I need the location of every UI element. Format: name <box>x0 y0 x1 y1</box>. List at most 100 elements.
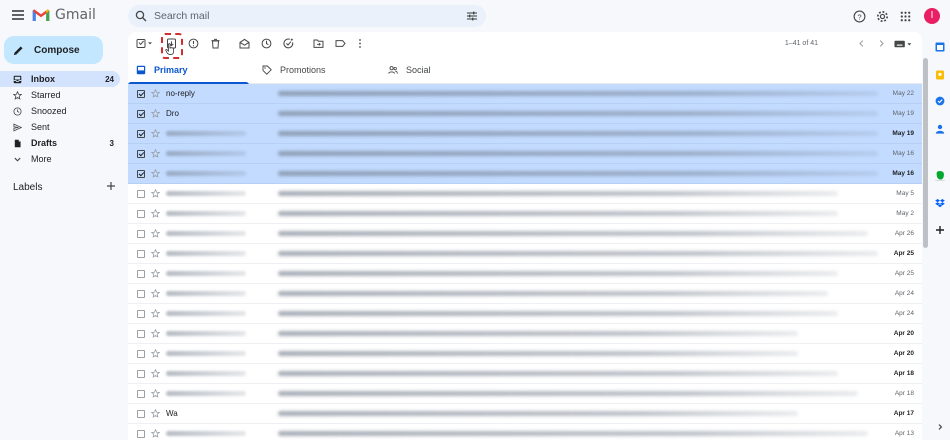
row-checkbox[interactable] <box>137 309 145 318</box>
compose-button[interactable]: Compose <box>4 36 103 64</box>
email-row[interactable]: May 5 <box>128 184 922 204</box>
star-icon[interactable] <box>151 409 160 418</box>
row-checkbox[interactable] <box>137 209 145 218</box>
snooze-button[interactable] <box>261 38 272 49</box>
add-label-icon[interactable] <box>106 181 116 191</box>
row-checkbox[interactable] <box>137 269 145 278</box>
star-icon[interactable] <box>151 369 160 378</box>
email-row[interactable]: Apr 18 <box>128 364 922 384</box>
row-checkbox[interactable] <box>137 329 145 338</box>
main-menu-button[interactable] <box>10 8 26 24</box>
tab-social[interactable]: Social <box>380 56 504 84</box>
star-icon[interactable] <box>151 129 160 138</box>
star-icon[interactable] <box>151 269 160 278</box>
row-checkbox[interactable] <box>137 189 145 198</box>
evernote-icon[interactable] <box>935 170 945 180</box>
row-checkbox[interactable] <box>137 289 145 298</box>
email-row[interactable]: Apr 20 <box>128 344 922 364</box>
row-checkbox[interactable] <box>137 389 145 398</box>
sidebar-item-starred[interactable]: Starred <box>0 87 120 103</box>
star-icon[interactable] <box>151 189 160 198</box>
sidebar-item-sent[interactable]: Sent <box>0 119 120 135</box>
keep-icon[interactable] <box>935 70 945 80</box>
input-tools-toggle[interactable] <box>894 40 912 48</box>
email-row[interactable]: Apr 24 <box>128 304 922 324</box>
sidebar-item-drafts[interactable]: Drafts 3 <box>0 135 120 151</box>
tab-promotions[interactable]: Promotions <box>254 56 378 84</box>
star-icon[interactable] <box>151 309 160 318</box>
star-icon[interactable] <box>151 389 160 398</box>
row-checkbox[interactable] <box>137 109 145 118</box>
star-icon[interactable] <box>151 109 160 118</box>
email-row[interactable]: Apr 25 <box>128 244 922 264</box>
dropbox-icon[interactable] <box>935 198 945 208</box>
star-icon[interactable] <box>151 329 160 338</box>
star-icon[interactable] <box>151 289 160 298</box>
row-checkbox[interactable] <box>137 229 145 238</box>
email-row[interactable]: May 16 <box>128 164 922 184</box>
calendar-icon[interactable] <box>935 42 945 52</box>
delete-button[interactable] <box>210 38 221 49</box>
inbox-icon <box>13 75 22 83</box>
row-checkbox[interactable] <box>137 169 145 178</box>
report-spam-button[interactable] <box>188 38 199 49</box>
email-row[interactable]: Apr 25 <box>128 264 922 284</box>
sidebar-item-more[interactable]: More <box>0 151 120 167</box>
row-checkbox[interactable] <box>137 249 145 258</box>
star-icon[interactable] <box>151 249 160 258</box>
apps-grid-icon[interactable] <box>899 10 912 23</box>
sidebar-item-inbox[interactable]: Inbox 24 <box>0 71 120 87</box>
avatar[interactable]: I <box>924 8 940 24</box>
star-icon[interactable] <box>151 209 160 218</box>
star-icon[interactable] <box>151 89 160 98</box>
email-row[interactable]: Apr 13 <box>128 424 922 440</box>
chevron-left-icon[interactable] <box>857 39 866 48</box>
row-checkbox[interactable] <box>137 409 145 418</box>
sidebar-item-snoozed[interactable]: Snoozed <box>0 103 120 119</box>
email-row[interactable]: Apr 18 <box>128 384 922 404</box>
star-icon[interactable] <box>151 349 160 358</box>
star-icon[interactable] <box>151 149 160 158</box>
email-row[interactable]: May 19 <box>128 124 922 144</box>
move-to-button[interactable] <box>313 38 324 49</box>
add-addon-icon[interactable] <box>935 225 945 235</box>
email-row[interactable]: Apr 26 <box>128 224 922 244</box>
send-icon <box>13 122 22 132</box>
chevron-right-icon[interactable] <box>877 39 886 48</box>
star-icon[interactable] <box>151 229 160 238</box>
email-row[interactable]: Apr 24 <box>128 284 922 304</box>
row-checkbox[interactable] <box>137 349 145 358</box>
contacts-icon[interactable] <box>935 124 945 134</box>
email-row[interactable]: Wa Apr 17 <box>128 404 922 424</box>
trash-icon <box>211 38 220 49</box>
gmail-logo[interactable]: Gmail <box>32 7 96 23</box>
row-checkbox[interactable] <box>137 89 145 98</box>
help-icon[interactable]: ? <box>853 10 866 23</box>
star-icon[interactable] <box>151 169 160 178</box>
pagination-range: 1–41 of 41 <box>784 40 818 47</box>
search-icon[interactable] <box>135 10 147 22</box>
hide-panel-chevron-icon[interactable] <box>935 422 945 432</box>
gear-icon[interactable] <box>876 10 889 23</box>
row-checkbox[interactable] <box>137 129 145 138</box>
more-actions-button[interactable] <box>357 38 363 49</box>
search-input[interactable] <box>154 10 444 22</box>
row-checkbox[interactable] <box>137 369 145 378</box>
email-row[interactable]: Apr 20 <box>128 324 922 344</box>
select-all-dropdown[interactable] <box>136 38 154 49</box>
search-bar[interactable] <box>128 5 486 27</box>
star-icon[interactable] <box>151 429 160 438</box>
search-options-icon[interactable] <box>466 10 478 22</box>
email-row[interactable]: May 2 <box>128 204 922 224</box>
tasks-icon[interactable] <box>935 96 945 106</box>
email-row[interactable]: Dro May 19 <box>128 104 922 124</box>
row-checkbox[interactable] <box>137 429 145 438</box>
mark-as-read-button[interactable] <box>239 38 250 49</box>
inbox-icon <box>136 65 146 75</box>
email-row[interactable]: May 16 <box>128 144 922 164</box>
add-to-tasks-button[interactable] <box>283 38 294 49</box>
labels-button[interactable] <box>335 38 346 49</box>
tab-primary[interactable]: Primary <box>128 56 249 85</box>
row-checkbox[interactable] <box>137 149 145 158</box>
email-row[interactable]: no-reply May 22 <box>128 84 922 104</box>
